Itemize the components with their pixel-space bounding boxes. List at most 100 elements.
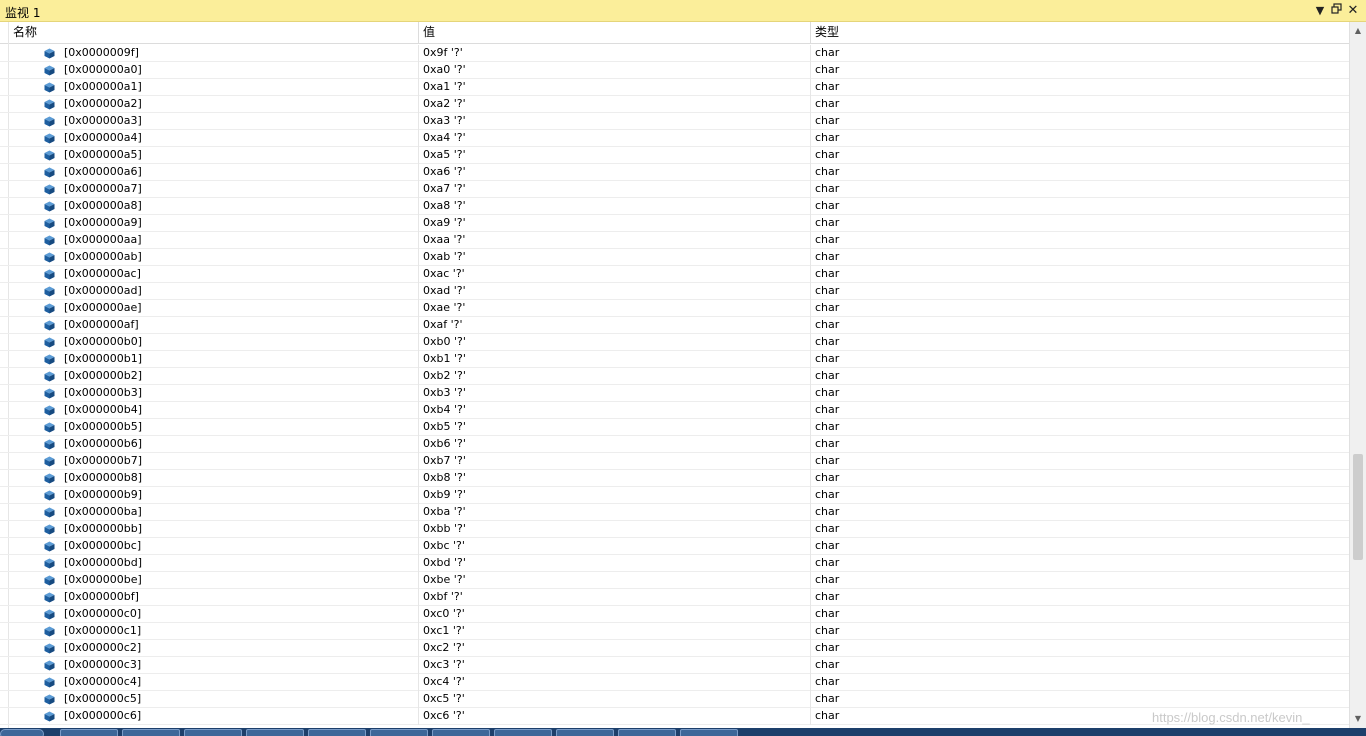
cell-value: 0xc5 '?' [423,692,465,705]
cell-value: 0xa4 '?' [423,131,466,144]
column-divider [418,538,419,555]
variable-cube-icon [44,235,55,246]
column-header-name[interactable]: 名称 [8,22,418,43]
table-row[interactable]: [0x000000a1] 0xa1 '?' char [0,79,1349,96]
table-row[interactable]: [0x000000b0] 0xb0 '?' char [0,334,1349,351]
column-divider [810,351,811,368]
taskbar-button[interactable] [494,729,552,736]
table-row[interactable]: [0x000000a2] 0xa2 '?' char [0,96,1349,113]
taskbar-button[interactable] [370,729,428,736]
cell-type: char [815,318,840,331]
column-divider [418,708,419,725]
column-header-type[interactable]: 类型 [810,22,1349,43]
table-row[interactable]: [0x000000b9] 0xb9 '?' char [0,487,1349,504]
cell-type: char [815,641,840,654]
table-row[interactable]: [0x000000a0] 0xa0 '?' char [0,62,1349,79]
table-row[interactable]: [0x000000b7] 0xb7 '?' char [0,453,1349,470]
table-row[interactable]: [0x000000b6] 0xb6 '?' char [0,436,1349,453]
table-row[interactable]: [0x000000b8] 0xb8 '?' char [0,470,1349,487]
column-divider [418,640,419,657]
table-row[interactable]: [0x000000c5] 0xc5 '?' char [0,691,1349,708]
vertical-scrollbar[interactable]: ▲ ▼ [1349,22,1366,728]
table-row[interactable]: [0x000000a6] 0xa6 '?' char [0,164,1349,181]
table-row[interactable]: [0x000000ad] 0xad '?' char [0,283,1349,300]
table-row[interactable]: [0x000000a3] 0xa3 '?' char [0,113,1349,130]
taskbar-button[interactable] [308,729,366,736]
taskbar-button[interactable] [246,729,304,736]
scroll-up-icon[interactable]: ▲ [1350,24,1366,38]
scroll-down-icon[interactable]: ▼ [1350,712,1366,726]
cell-name: [0x000000a8] [64,199,142,212]
table-row[interactable]: [0x000000c0] 0xc0 '?' char [0,606,1349,623]
table-row[interactable]: [0x000000ba] 0xba '?' char [0,504,1349,521]
table-row[interactable]: [0x000000bc] 0xbc '?' char [0,538,1349,555]
table-row[interactable]: [0x000000a7] 0xa7 '?' char [0,181,1349,198]
table-row[interactable]: [0x000000ae] 0xae '?' char [0,300,1349,317]
variable-cube-icon [44,422,55,433]
cell-value: 0xb4 '?' [423,403,466,416]
table-row[interactable]: [0x000000be] 0xbe '?' char [0,572,1349,589]
table-row[interactable]: [0x000000bd] 0xbd '?' char [0,555,1349,572]
table-row[interactable]: [0x000000b5] 0xb5 '?' char [0,419,1349,436]
restore-window-icon[interactable] [1328,3,1344,19]
variable-cube-icon [44,711,55,722]
column-divider [810,113,811,130]
table-row[interactable]: [0x000000ac] 0xac '?' char [0,266,1349,283]
table-row[interactable]: [0x000000b4] 0xb4 '?' char [0,402,1349,419]
table-row[interactable]: [0x000000a8] 0xa8 '?' char [0,198,1349,215]
cell-value: 0xb0 '?' [423,335,466,348]
cell-type: char [815,131,840,144]
variable-cube-icon [44,388,55,399]
taskbar-button[interactable] [184,729,242,736]
taskbar-button[interactable] [122,729,180,736]
table-row[interactable]: [0x000000b2] 0xb2 '?' char [0,368,1349,385]
table-row[interactable]: [0x000000bf] 0xbf '?' char [0,589,1349,606]
variable-cube-icon [44,252,55,263]
column-divider [810,62,811,79]
start-button[interactable] [0,729,44,736]
table-row[interactable]: [0x000000b3] 0xb3 '?' char [0,385,1349,402]
table-row[interactable]: [0x000000c3] 0xc3 '?' char [0,657,1349,674]
cell-value: 0xa1 '?' [423,80,466,93]
cell-type: char [815,80,840,93]
variable-cube-icon [44,337,55,348]
table-row[interactable]: [0x000000a5] 0xa5 '?' char [0,147,1349,164]
table-row[interactable]: [0x000000c2] 0xc2 '?' char [0,640,1349,657]
cell-type: char [815,454,840,467]
table-row[interactable]: [0x000000bb] 0xbb '?' char [0,521,1349,538]
table-row[interactable]: [0x000000b1] 0xb1 '?' char [0,351,1349,368]
table-row[interactable]: [0x000000aa] 0xaa '?' char [0,232,1349,249]
taskbar-button[interactable] [60,729,118,736]
cell-type: char [815,233,840,246]
dropdown-arrow-icon[interactable]: ▼ [1312,3,1328,19]
column-divider [810,453,811,470]
cell-type: char [815,369,840,382]
taskbar-button[interactable] [618,729,676,736]
table-row[interactable]: [0x000000c1] 0xc1 '?' char [0,623,1349,640]
table-row[interactable]: [0x000000af] 0xaf '?' char [0,317,1349,334]
table-row[interactable]: [0x0000009f] 0x9f '?' char [0,45,1349,62]
cell-type: char [815,590,840,603]
column-divider [810,385,811,402]
variable-cube-icon [44,575,55,586]
taskbar-button[interactable] [432,729,490,736]
taskbar-button[interactable] [556,729,614,736]
table-row[interactable]: [0x000000c4] 0xc4 '?' char [0,674,1349,691]
column-divider [418,232,419,249]
variable-cube-icon [44,286,55,297]
column-divider [810,419,811,436]
cell-type: char [815,573,840,586]
column-divider [418,62,419,79]
taskbar-button[interactable] [680,729,738,736]
column-header-value[interactable]: 值 [418,22,810,43]
table-row[interactable]: [0x000000a9] 0xa9 '?' char [0,215,1349,232]
cell-name: [0x000000b7] [64,454,143,467]
table-row[interactable]: [0x000000c6] 0xc6 '?' char [0,708,1349,725]
close-icon[interactable]: ✕ [1345,3,1361,19]
table-row[interactable]: [0x000000a4] 0xa4 '?' char [0,130,1349,147]
scrollbar-thumb[interactable] [1353,454,1363,560]
cell-value: 0xab '?' [423,250,466,263]
table-row[interactable]: [0x000000ab] 0xab '?' char [0,249,1349,266]
cell-name: [0x000000be] [64,573,142,586]
cell-type: char [815,199,840,212]
